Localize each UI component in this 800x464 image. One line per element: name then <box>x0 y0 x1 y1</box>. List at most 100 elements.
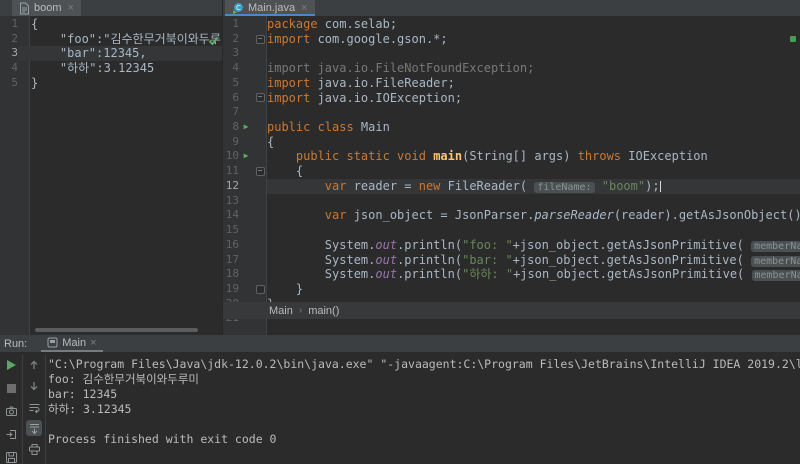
code-line[interactable]: 5} <box>0 76 222 91</box>
java-editor[interactable]: 1 package com.selab; 2− import com.google.g… <box>223 16 800 335</box>
breadcrumb-item-method[interactable]: main() <box>308 305 339 317</box>
code-line[interactable]: 11 − { <box>223 164 800 179</box>
fold-column <box>253 179 267 194</box>
code-token: reader = <box>346 178 419 193</box>
tab-boom[interactable]: boom × <box>12 0 81 16</box>
code-token: { <box>267 134 275 149</box>
code-token: System. <box>267 252 376 267</box>
code-token: .println( <box>397 237 463 252</box>
code-text: } <box>31 75 39 90</box>
code-line[interactable]: 5 import java.io.FileReader; <box>223 76 800 91</box>
up-arrow-icon[interactable] <box>26 357 42 373</box>
run-tab-main[interactable]: Main × <box>41 335 103 352</box>
stop-icon[interactable] <box>3 380 19 396</box>
code-line[interactable]: 2 "foo":"김수한무거북이와두루미", <box>0 32 222 47</box>
code-token: import <box>267 75 318 90</box>
code-token: } <box>267 281 304 296</box>
code-token: out <box>375 237 398 252</box>
code-line[interactable]: 4 "하하":3.12345 <box>0 61 222 76</box>
tab-label: Main <box>62 336 87 349</box>
code-token: System. <box>267 267 376 282</box>
fold-collapse-icon[interactable]: − <box>255 93 265 103</box>
code-token: package <box>267 17 325 31</box>
run-line-icon[interactable]: ▶ <box>239 120 253 135</box>
code-text: System.out.println("bar: "+json_object.g… <box>267 253 800 268</box>
exit-icon[interactable] <box>3 426 19 442</box>
fold-column <box>253 208 267 223</box>
code-line[interactable]: 1 package com.selab; <box>223 17 800 32</box>
code-token: json_object = JsonParser. <box>346 208 535 223</box>
line-number: 3 <box>232 46 239 60</box>
tab-label: boom <box>34 2 62 14</box>
code-line[interactable]: 17 System.out.println("bar: "+json_objec… <box>223 253 800 268</box>
down-arrow-icon[interactable] <box>26 378 42 394</box>
code-line[interactable]: 1{ <box>0 17 222 32</box>
code-line[interactable]: 15 <box>223 223 800 238</box>
code-line[interactable]: 14 var json_object = JsonParser.parseRea… <box>223 208 800 223</box>
gutter-marker <box>239 17 253 32</box>
code-token: out <box>375 252 398 267</box>
code-token: fileName: <box>534 181 595 193</box>
fold-end-icon[interactable] <box>255 284 265 294</box>
run-console[interactable]: "C:\Program Files\Java\jdk-12.0.2\bin\ja… <box>48 357 800 464</box>
code-line[interactable]: 13 <box>223 194 800 209</box>
console-line: "C:\Program Files\Java\jdk-12.0.2\bin\ja… <box>48 357 800 371</box>
print-icon[interactable] <box>26 441 42 457</box>
fold-column <box>253 61 267 76</box>
code-line[interactable]: 8 ▶ public class Main <box>223 120 800 135</box>
line-number: 5 <box>11 75 18 89</box>
fold-column: − <box>253 164 267 179</box>
left-editor-lines: 1{2 "foo":"김수한무거북이와두루미",3 "bar":12345,4 … <box>0 17 222 91</box>
code-line[interactable]: 4 import java.io.FileNotFoundException; <box>223 61 800 76</box>
line-number: 11 <box>225 164 239 178</box>
ide-window: 1{2 "foo":"김수한무거북이와두루미",3 "bar":12345,4 … <box>0 0 800 464</box>
close-icon[interactable]: × <box>68 2 74 14</box>
code-line[interactable]: 9{ <box>223 135 800 150</box>
code-line[interactable]: 2 − import com.google.gson.*; <box>223 32 800 47</box>
gutter-marker <box>239 135 253 150</box>
code-text: public class Main <box>267 120 800 135</box>
code-line[interactable]: 10 ▶ public static void main(String[] arg… <box>223 149 800 164</box>
code-line[interactable]: 16 System.out.println("foo: "+json_objec… <box>223 238 800 253</box>
console-icon <box>47 337 58 348</box>
run-line-icon[interactable]: ▶ <box>239 149 253 164</box>
code-line[interactable]: 7 <box>223 105 800 120</box>
fold-column <box>253 120 267 135</box>
save-icon[interactable] <box>3 449 19 464</box>
close-icon[interactable]: × <box>301 2 307 14</box>
fold-collapse-icon[interactable]: − <box>255 167 265 177</box>
code-text: var json_object = JsonParser.parseReader… <box>267 208 800 223</box>
line-number: 4 <box>11 61 18 75</box>
code-text: { <box>267 164 800 179</box>
camera-icon[interactable] <box>3 403 19 419</box>
code-line[interactable]: 3 "bar":12345, <box>0 46 222 62</box>
code-token: .println( <box>397 252 463 267</box>
fold-column <box>253 238 267 253</box>
gutter-marker <box>239 253 253 268</box>
code-token: (reader).getAsJsonObject(); <box>613 208 800 223</box>
code-line[interactable]: 6 − import java.io.IOException; <box>223 91 800 106</box>
line-number: 15 <box>225 223 239 237</box>
json-editor[interactable]: 1{2 "foo":"김수한무거북이와두루미",3 "bar":12345,4 … <box>0 16 222 335</box>
scroll-to-end-icon[interactable] <box>26 420 42 436</box>
code-token: out <box>375 267 398 282</box>
gutter-marker <box>239 105 253 120</box>
close-icon[interactable]: × <box>90 337 96 349</box>
code-line[interactable]: 19 } <box>223 282 800 297</box>
code-line[interactable]: 3 <box>223 46 800 61</box>
gutter-marker <box>239 179 253 194</box>
breadcrumb-item-class[interactable]: Main <box>269 305 293 317</box>
soft-wrap-icon[interactable] <box>26 399 42 415</box>
horizontal-scrollbar[interactable] <box>35 328 198 332</box>
fold-collapse-icon[interactable]: − <box>255 34 265 44</box>
code-line[interactable]: 18 System.out.println("하하: "+json_object… <box>223 267 800 282</box>
check-icon <box>208 35 219 46</box>
code-text: "하하":3.12345 <box>31 61 155 76</box>
rerun-icon[interactable] <box>3 357 19 373</box>
tab-main-java[interactable]: C Main.java × <box>225 0 315 16</box>
breadcrumb: Main › main() <box>223 302 800 319</box>
code-line[interactable]: 12 var reader = new FileReader( fileName… <box>223 178 800 194</box>
code-text: public static void main(String[] args) t… <box>267 149 800 164</box>
